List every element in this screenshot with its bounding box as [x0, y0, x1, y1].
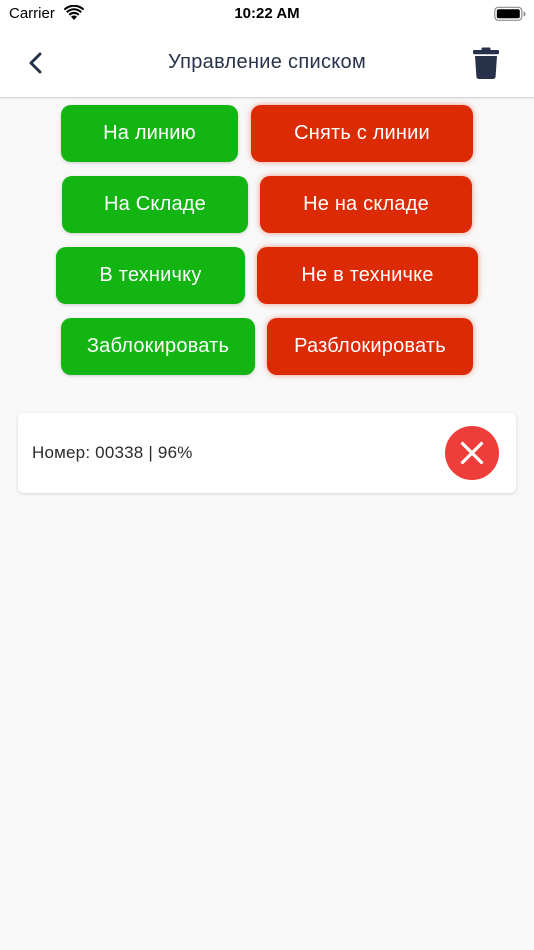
- to-service-button[interactable]: В техничку: [56, 247, 245, 304]
- chevron-left-icon: [29, 52, 42, 74]
- back-button[interactable]: [18, 46, 54, 80]
- battery-icon: [494, 6, 526, 21]
- trash-icon: [473, 47, 499, 79]
- remove-item-button[interactable]: [445, 426, 499, 480]
- item-number-label: Номер: 00338 | 96%: [32, 443, 193, 462]
- screen: Carrier 10:22 AM Управление списком На л…: [0, 0, 534, 950]
- not-in-stock-button[interactable]: Не на складе: [260, 176, 472, 233]
- unblock-button[interactable]: Разблокировать: [267, 318, 473, 375]
- delete-button[interactable]: [468, 44, 504, 82]
- nav-bar: Управление списком: [0, 28, 534, 98]
- status-bar: Carrier 10:22 AM: [0, 0, 534, 28]
- page-title: Управление списком: [168, 51, 366, 73]
- to-line-button[interactable]: На линию: [61, 105, 238, 162]
- list-item: Номер: 00338 | 96%: [18, 413, 516, 493]
- off-line-button[interactable]: Снять с линии: [251, 105, 473, 162]
- not-in-service-button[interactable]: Не в техничке: [257, 247, 478, 304]
- clock: 10:22 AM: [234, 5, 300, 22]
- in-stock-button[interactable]: На Складе: [62, 176, 248, 233]
- block-button[interactable]: Заблокировать: [61, 318, 255, 375]
- close-icon: [460, 441, 484, 465]
